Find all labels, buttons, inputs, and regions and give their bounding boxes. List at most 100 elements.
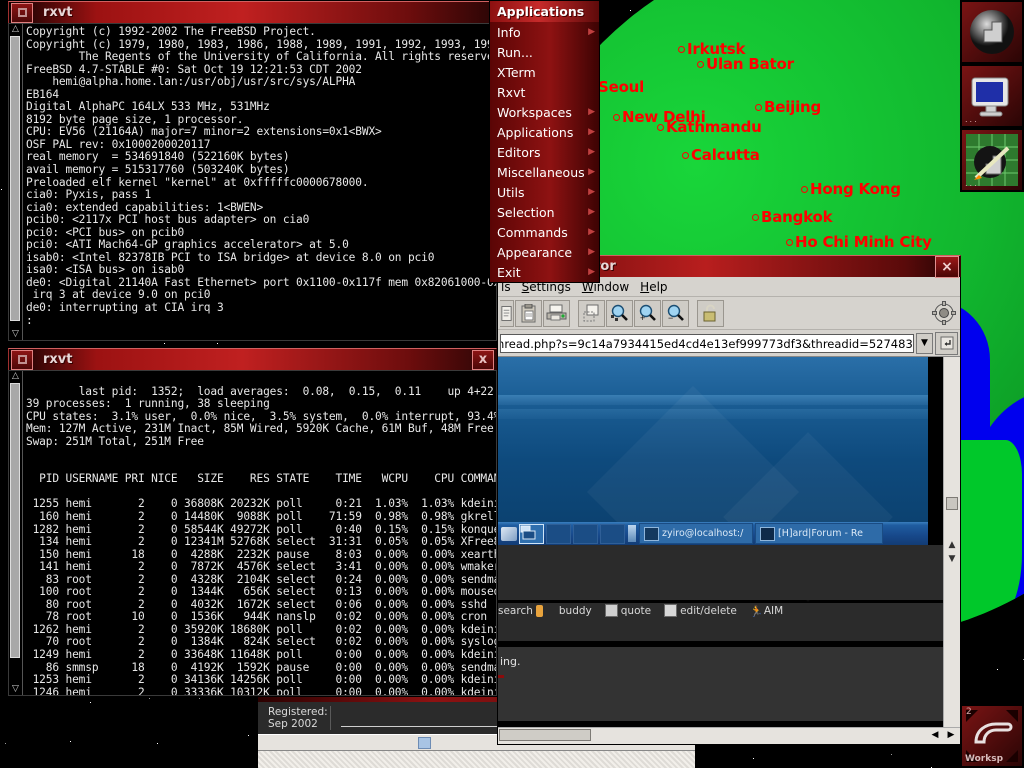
- menu-item-miscellaneous[interactable]: Miscellaneous ▶: [490, 162, 599, 182]
- menu-item-label: XTerm: [497, 64, 536, 80]
- titlebar[interactable]: rxvt: [8, 1, 497, 23]
- print-icon[interactable]: [543, 299, 570, 327]
- scroll-up-arrow[interactable]: △: [10, 371, 21, 382]
- scroll-up-arrow[interactable]: △: [10, 24, 21, 35]
- url-input[interactable]: wthread.php?s=9c14a7934415ed4cd4e13ef999…: [500, 333, 914, 353]
- city-name: Bangkok: [761, 208, 833, 226]
- scroll-up-arrow[interactable]: ▲: [946, 539, 958, 551]
- top-process-rows: 1255 hemi 2 0 36808K 20232K poll 0:21 1.…: [32, 497, 496, 695]
- copy-icon[interactable]: [500, 299, 514, 327]
- zoom-in-icon[interactable]: +: [634, 299, 661, 327]
- thread-accent-bar: [498, 675, 504, 678]
- post-body-pane: [498, 647, 943, 721]
- terminal-scrollbar[interactable]: △ ▽: [9, 371, 23, 695]
- terminal-scrollbar[interactable]: △ ▽: [9, 24, 23, 340]
- menu-item-rxvt[interactable]: Rxvt: [490, 82, 599, 102]
- rxvt-window-dmesg[interactable]: rxvt △ ▽ Copyright (c) 1992-2002 The Fre…: [8, 1, 497, 341]
- shade-button[interactable]: [11, 349, 33, 370]
- paste-icon[interactable]: [515, 299, 542, 327]
- desktop-root: Irkutsk Ulan Bator Seoul New Delhi Kathmandu…: [0, 0, 1024, 768]
- go-icon[interactable]: [935, 331, 959, 355]
- dock-app-wmaker[interactable]: [960, 0, 1024, 64]
- terminal-body[interactable]: △ ▽ last pid: 1352; load averages: 0.08,…: [8, 370, 497, 696]
- forum-action-quote[interactable]: quote: [604, 604, 651, 617]
- quick-launch-3: [573, 523, 598, 544]
- city-label-ho-chi-minh-city: Ho Chi Minh City: [786, 233, 932, 251]
- zoom-find-icon[interactable]: [606, 299, 633, 327]
- submenu-arrow-icon: ▶: [588, 167, 595, 177]
- scroll-down-arrow[interactable]: ▽: [10, 329, 21, 340]
- dock-ticks: ...: [965, 115, 979, 124]
- star: [70, 741, 71, 742]
- scrollbar-thumb[interactable]: [418, 737, 431, 749]
- city-name: Beijing: [764, 98, 822, 116]
- city-label-calcutta: Calcutta: [682, 146, 760, 164]
- find-icon[interactable]: [578, 299, 605, 327]
- search-icon: [535, 604, 543, 617]
- shade-button[interactable]: [11, 2, 33, 23]
- quote-icon: [604, 604, 618, 617]
- scrollbar-thumb[interactable]: [10, 383, 20, 658]
- unlock-icon[interactable]: [697, 299, 724, 327]
- menu-item-utils[interactable]: Utils ▶: [490, 182, 599, 202]
- close-button[interactable]: ×: [935, 255, 959, 278]
- submenu-arrow-icon: ▶: [588, 227, 595, 237]
- city-label-kathmandu: Kathmandu: [657, 118, 762, 136]
- terminal-body[interactable]: △ ▽ Copyright (c) 1992-2002 The FreeBSD …: [8, 23, 497, 341]
- workspace-clip-icon[interactable]: 2 Worksp: [960, 704, 1024, 768]
- chevron-down-icon[interactable]: ▼: [915, 332, 934, 354]
- menu-item-label: Editors: [497, 144, 541, 160]
- rxvt-window-top[interactable]: rxvt x △ ▽ last pid: 1352; load averages…: [8, 348, 497, 696]
- scroll-right-arrow[interactable]: ▶: [944, 729, 958, 741]
- dock-app-monitor[interactable]: ...: [960, 64, 1024, 128]
- scrollbar-thumb[interactable]: [499, 729, 591, 741]
- star: [248, 735, 249, 736]
- menu-item-workspaces[interactable]: Workspaces ▶: [490, 102, 599, 122]
- scrollbar-thumb[interactable]: [946, 497, 958, 510]
- quick-launch-bar: [498, 523, 625, 544]
- menu-item-appearance[interactable]: Appearance ▶: [490, 242, 599, 262]
- gear-icon[interactable]: [930, 299, 957, 326]
- menu-item-xterm[interactable]: XTerm: [490, 62, 599, 82]
- page-canvas[interactable]: zyiro@localhost:/[H]ard|Forum - Re ing. …: [498, 357, 943, 727]
- star: [997, 669, 998, 670]
- menu-items[interactable]: Info ▶ Run... XTerm Rxvt Workspaces ▶ Applicati…: [489, 22, 600, 283]
- vertical-scrollbar[interactable]: ▲ ▼: [943, 357, 960, 727]
- embedded-task-label: zyiro@localhost:/: [662, 528, 744, 539]
- menu-help[interactable]: Help: [640, 280, 667, 294]
- forum-action-search[interactable]: search: [498, 604, 543, 617]
- scroll-down-arrow[interactable]: ▽: [10, 684, 21, 695]
- menu-item-info[interactable]: Info ▶: [490, 22, 599, 42]
- dock-app-xearth[interactable]: ...: [960, 128, 1024, 192]
- menu-item-exit[interactable]: Exit ▶: [490, 262, 599, 282]
- horizontal-scrollbar[interactable]: ◀ ▶: [498, 727, 960, 744]
- city-label-beijing: Beijing: [755, 98, 821, 116]
- location-bar[interactable]: wthread.php?s=9c14a7934415ed4cd4e13ef999…: [498, 330, 960, 357]
- forum-action-buddy[interactable]: buddy: [556, 605, 592, 617]
- menu-item-label: Commands: [497, 224, 568, 240]
- scroll-down-arrow[interactable]: ▼: [946, 553, 958, 565]
- scrollbar-thumb[interactable]: [10, 36, 20, 321]
- browser-body: ls Settings Window Help + − wthread.php?…: [497, 277, 961, 745]
- menu-item-applications[interactable]: Applications ▶: [490, 122, 599, 142]
- scroll-left-arrow[interactable]: ◀: [928, 729, 942, 741]
- applications-root-menu[interactable]: Applications Info ▶ Run... XTerm Rxvt Workspa…: [489, 0, 600, 283]
- zoom-out-icon[interactable]: −: [662, 299, 689, 327]
- embedded-task-buttons: zyiro@localhost:/ [H]ard|Forum - Re: [639, 523, 883, 544]
- konqueror-window[interactable]: ror × ls Settings Window Help + − wthrea…: [497, 255, 961, 745]
- city-marker-dot: [678, 46, 685, 53]
- strip-pattern-area: [258, 751, 695, 768]
- forum-action-aim[interactable]: 🏃 AIM: [750, 605, 783, 619]
- menu-item-selection[interactable]: Selection ▶: [490, 202, 599, 222]
- toolbar[interactable]: + −: [498, 297, 960, 330]
- menu-titlebar[interactable]: Applications: [489, 0, 600, 22]
- menu-item-commands[interactable]: Commands ▶: [490, 222, 599, 242]
- page-viewport[interactable]: zyiro@localhost:/[H]ard|Forum - Re ing. …: [498, 357, 960, 727]
- menu-item-editors[interactable]: Editors ▶: [490, 142, 599, 162]
- forum-action-edit-delete[interactable]: edit/delete: [664, 604, 737, 617]
- city-label-ulan-bator: Ulan Bator: [697, 55, 794, 73]
- forum-action-row[interactable]: search buddy quote edit/delete 🏃 AIM: [498, 604, 792, 619]
- menu-item-run-[interactable]: Run...: [490, 42, 599, 62]
- close-button[interactable]: x: [472, 349, 494, 370]
- titlebar[interactable]: rxvt x: [8, 348, 497, 370]
